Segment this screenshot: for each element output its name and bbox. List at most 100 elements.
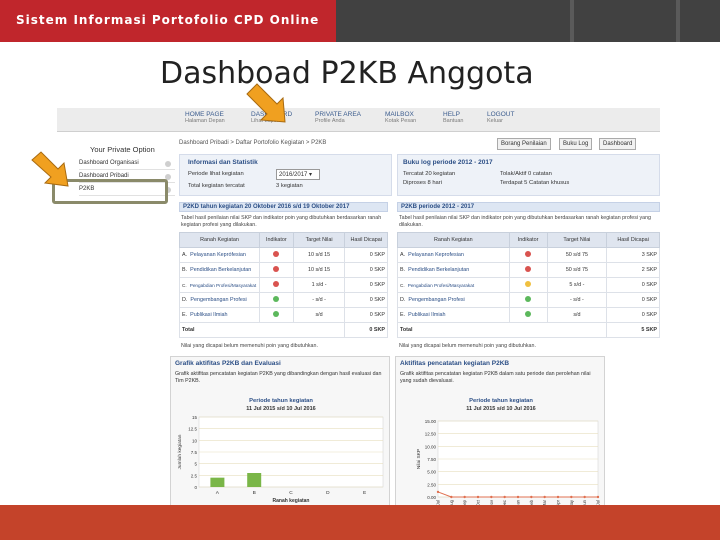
y-tick-label: 0 (194, 485, 197, 490)
status-indicator-icon (525, 251, 532, 257)
ranah-code: A. (182, 252, 188, 258)
bar-mark (210, 477, 225, 487)
y-tick-label: 15 (192, 415, 198, 420)
table-row: C. Pengabdian Profesi/Masyarakat 1 s/d -0 … (179, 277, 388, 293)
chart-panel-evaluasi: Grafik aktifitas P2KB dan Evaluasi Grafi… (170, 356, 390, 520)
ranah-name[interactable]: Pengembangan Profesi (408, 297, 464, 303)
table-row: C. Pengabdian Profesi/Masyarakat 5 s/d -0 … (397, 277, 660, 293)
data-point (450, 495, 453, 499)
nav-sub: Profile Anda (315, 118, 345, 124)
column-header: Target Nilai (546, 232, 608, 248)
ranah-name[interactable]: Publikasi Ilmiah (190, 312, 227, 318)
line-chart: Periode tahun kegiatan 11 Jul 2015 s/d 10… (416, 398, 601, 518)
nav-private-area[interactable]: PRIVATE AREA Profile Anda (315, 111, 361, 125)
log-title: Buku log periode 2012 - 2017 (403, 159, 493, 166)
indicator-cell (508, 277, 548, 293)
ranah-cell: C. Pengabdian Profesi/Masyarakat (179, 277, 260, 293)
dashboard-screenshot: HOME PAGEHalaman Depan DASHBOARDLihat La… (57, 108, 660, 520)
data-point (503, 495, 506, 499)
ranah-code: E. (182, 312, 188, 318)
nav-label: MAILBOX (385, 111, 414, 118)
y-tick-label: 12.5 (188, 427, 197, 432)
table-total-row: Total 5 SKP (396, 322, 660, 338)
indicator-cell (258, 262, 294, 278)
nav-help[interactable]: HELP Bantuan (443, 111, 464, 125)
ranah-name[interactable]: Pelayanan Keprofesian (408, 252, 464, 258)
data-point (490, 495, 493, 499)
slide-title: Dashboad P2KB Anggota (160, 56, 534, 91)
table-row: A. Pelayanan Keprofesian 50 s/d 75 3 SKP (397, 247, 660, 263)
data-point (570, 495, 573, 499)
status-indicator-icon (273, 281, 280, 287)
result-cell: 3 SKP (606, 247, 660, 263)
ranah-name[interactable]: Pengabdian Profesi/Masyarakat (408, 283, 474, 288)
ranah-name[interactable]: Pelayanan Keprófesian (190, 252, 246, 258)
y-tick-label: 10 (192, 438, 198, 443)
indicator-cell (258, 247, 294, 263)
ranah-name[interactable]: Publikasi Ilmiah (408, 312, 445, 318)
indicator-cell (258, 307, 294, 323)
arrow-icon (31, 151, 69, 187)
bottom-bar (0, 505, 720, 540)
ranah-code: D. (400, 297, 406, 303)
x-tick-label: C (289, 490, 293, 496)
ranah-cell: C. Pengabdian Profesi/Masyarakat (397, 277, 510, 293)
info-statistik-box: Informasi dan Statistik Periode lihat ke… (179, 154, 392, 196)
target-cell: 5 s/d - (546, 277, 608, 293)
log-item: Tercatat 20 kegiatan (403, 171, 456, 177)
table-row: D. Pengembangan Profesi - s/d -0 SKP (179, 292, 388, 308)
total-label: Total (178, 322, 346, 338)
ranah-name[interactable]: Pengabdian Profesi/Masyarakat (190, 283, 256, 288)
chart-panel-title: Aktifitas pencatatan kegiatan P2KB (400, 360, 510, 367)
breadcrumb[interactable]: Dashboard Pribadi > Daftar Portofolio Ke… (179, 140, 326, 146)
period-select[interactable]: 2016/2017 ▾ (276, 169, 320, 180)
ranah-cell: E. Publikasi Ilmiah (397, 307, 510, 323)
column-header: Ranah Kegiatan (179, 232, 260, 248)
x-tick-label: B (253, 490, 256, 496)
ranah-code: D. (182, 297, 188, 303)
arrow-icon (246, 83, 286, 123)
nav-mailbox[interactable]: MAILBOX Kotak Pesan (385, 111, 416, 125)
ranah-name[interactable]: Pengembangan Profesi (190, 297, 246, 303)
ranah-cell: A. Pelayanan Keprófesian (179, 247, 260, 263)
column-header: Hasil Dicapai (344, 232, 388, 248)
ranah-code: E. (400, 312, 406, 318)
dashboard-button[interactable]: Dashboard (599, 138, 637, 150)
ranah-cell: A. Pelayanan Keprofesian (397, 247, 510, 263)
x-tick-label: D (326, 490, 330, 496)
status-indicator-icon (525, 311, 532, 317)
sidebar-title: Your Private Option (90, 145, 155, 154)
result-cell: 0 SKP (606, 307, 660, 323)
y-tick-label: 15.00 (425, 419, 437, 424)
column-header: Hasil Dicapai (606, 232, 660, 248)
p2kd-table: Ranah Kegiatan Indikator Target Nilai Ha… (178, 232, 388, 338)
buku-log-button[interactable]: Buku Log (559, 138, 593, 150)
indicator-cell (258, 277, 294, 293)
y-tick-label: 5 (194, 462, 197, 467)
result-cell: 0 SKP (344, 262, 388, 278)
nav-sub: Halaman Depan (185, 118, 225, 124)
sidebar-item-label: Dashboard Organisasi (79, 160, 139, 166)
nav-label: HOME PAGE (185, 111, 224, 118)
table-row: E. Publikasi Ilmiah s/d 0 SKP (179, 307, 388, 323)
target-cell: 10 s/d 15 (292, 247, 346, 263)
status-indicator-icon (273, 296, 280, 302)
sidebar-item-dashboard-organisasi[interactable]: Dashboard Organisasi (79, 158, 175, 170)
table-row: A. Pelayanan Keprófesian 10 s/d 15 0 SKP (179, 247, 388, 263)
nav-logout[interactable]: LOGOUT Keluar (487, 111, 514, 125)
y-tick-label: 5.00 (427, 470, 436, 475)
chart-panel-title: Grafik aktifitas P2KB dan Evaluasi (175, 360, 281, 367)
data-point (476, 495, 480, 499)
nav-label: HELP (443, 111, 460, 118)
ranah-name[interactable]: Pendidikan Berkelanjutan (190, 267, 251, 273)
nav-sub: Kotak Pesan (385, 118, 417, 124)
x-tick-label: A (216, 490, 220, 496)
table-row: B. Pendidikan Berkelanjutan 10 s/d 15 0 SKP (179, 262, 388, 278)
status-indicator-icon (525, 266, 532, 272)
p2kb-footnote: Nilai yang dicapai belum memenuhi poin y… (399, 343, 536, 349)
nav-home[interactable]: HOME PAGE Halaman Depan (185, 111, 225, 125)
p2kb-table: Ranah Kegiatan Indikator Target Nilai Ha… (396, 232, 660, 338)
ranah-name[interactable]: Pendidikan Berkelanjutan (408, 267, 469, 273)
borang-penilaian-button[interactable]: Borang Penilaian (497, 138, 551, 150)
ranah-cell: E. Publikasi Ilmiah (179, 307, 260, 323)
